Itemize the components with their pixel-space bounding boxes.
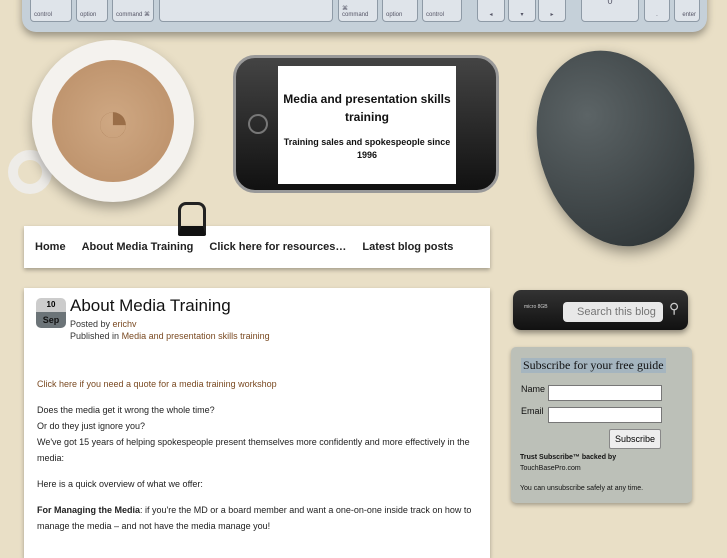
- search-widget: micro 8GB ⚲: [513, 290, 688, 330]
- trust-link[interactable]: TouchBasePro.com: [520, 465, 581, 472]
- key: .: [644, 0, 670, 22]
- mouse-image: [510, 28, 720, 268]
- email-field[interactable]: [548, 407, 662, 423]
- key: [159, 0, 333, 22]
- subscribe-widget: Subscribe for your free guide Name Email…: [511, 347, 692, 503]
- paragraph-line: Or do they just ignore you?: [37, 421, 146, 431]
- nav-blog[interactable]: Latest blog posts: [362, 241, 453, 253]
- quote-link[interactable]: Click here if you need a quote for a med…: [37, 379, 277, 389]
- post-meta: Posted by erichv Published in Media and …: [70, 318, 270, 342]
- published-label: Published in: [70, 331, 120, 341]
- search-input[interactable]: [563, 302, 663, 322]
- paragraph-bold: For Managing the Media: [37, 505, 141, 515]
- home-button-icon: [248, 114, 268, 134]
- key: option: [76, 0, 108, 22]
- key: command ⌘: [112, 0, 154, 22]
- post-body: Click here if you need a quote for a med…: [37, 376, 477, 544]
- date-day: 10: [36, 298, 66, 312]
- binder-clip-icon: [178, 202, 206, 236]
- unsubscribe-note: You can unsubscribe safely at any time.: [520, 485, 644, 492]
- subscribe-button[interactable]: Subscribe: [609, 429, 661, 449]
- key: ▾: [508, 0, 536, 22]
- key: control: [30, 0, 72, 22]
- email-label: Email: [521, 406, 544, 416]
- paragraph-line: Does the media get it wrong the whole ti…: [37, 405, 215, 415]
- phone-screen: Media and presentation skills training T…: [278, 66, 456, 184]
- nav-about[interactable]: About Media Training: [82, 241, 194, 253]
- usb-label: micro 8GB: [524, 304, 548, 310]
- nav-home[interactable]: Home: [35, 241, 66, 253]
- key: enter: [674, 0, 700, 22]
- posted-by-label: Posted by: [70, 319, 111, 329]
- paragraph: Here is a quick overview of what we offe…: [37, 479, 203, 489]
- subscribe-title: Subscribe for your free guide: [521, 358, 666, 373]
- author-link[interactable]: erichv: [113, 319, 137, 329]
- date-badge: 10 Sep: [36, 298, 66, 328]
- site-title: Media and presentation skills training: [283, 92, 451, 124]
- main-nav: Home About Media Training Click here for…: [24, 226, 490, 268]
- key: ▸: [538, 0, 566, 22]
- nav-resources[interactable]: Click here for resources…: [209, 241, 346, 253]
- date-month: Sep: [36, 312, 66, 328]
- rss-icon[interactable]: ◔: [52, 60, 174, 182]
- keyboard-image: control option command ⌘ ⌘ command optio…: [22, 0, 707, 32]
- post-title: About Media Training: [70, 296, 231, 315]
- key: 0: [581, 0, 639, 22]
- name-field[interactable]: [548, 385, 662, 401]
- key: ◂: [477, 0, 505, 22]
- search-icon[interactable]: ⚲: [669, 300, 679, 317]
- coffee-cup-image: ◔: [32, 40, 194, 202]
- key: ⌘ command: [338, 0, 378, 22]
- phone-image: Media and presentation skills training T…: [233, 55, 499, 193]
- key: control: [422, 0, 462, 22]
- category-link[interactable]: Media and presentation skills training: [122, 331, 270, 341]
- trust-text: Trust Subscribe™ backed by: [520, 454, 617, 461]
- paragraph-line: We've got 15 years of helping spokespeop…: [37, 437, 470, 463]
- post: 10 Sep About Media Training Posted by er…: [24, 288, 490, 558]
- key: option: [382, 0, 418, 22]
- name-label: Name: [521, 384, 546, 394]
- site-tagline: Training sales and spokespeople since 19…: [283, 137, 451, 160]
